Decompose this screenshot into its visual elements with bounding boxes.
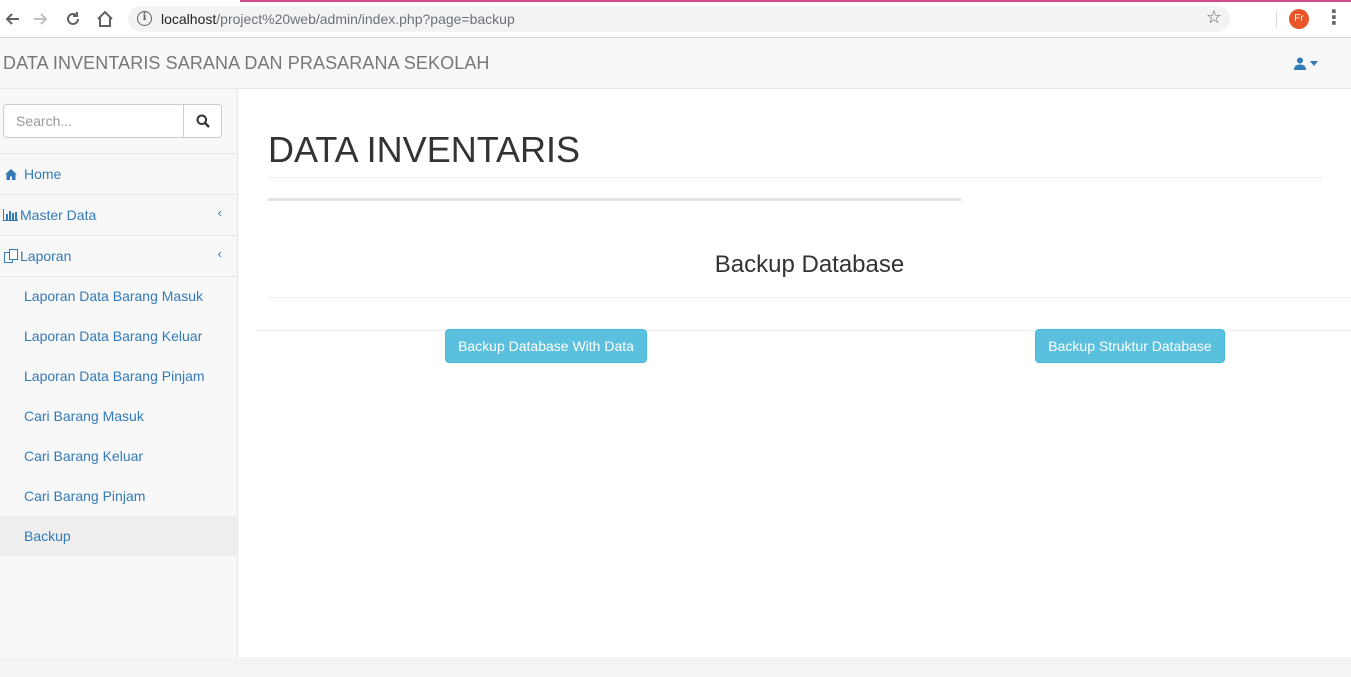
sidebar-subitem-label: Laporan Data Barang Keluar bbox=[24, 328, 203, 344]
panel-heading: Backup Database bbox=[714, 251, 905, 278]
backup-structure-button[interactable]: Backup Struktur Database bbox=[1035, 329, 1225, 363]
divider bbox=[268, 297, 1351, 298]
browser-toolbar: i localhost/project%20web/admin/index.ph… bbox=[0, 0, 1351, 38]
sidebar-search bbox=[0, 89, 237, 154]
search-input[interactable] bbox=[3, 104, 184, 138]
sidebar-subitem-label: Laporan Data Barang Masuk bbox=[24, 288, 203, 304]
tab-accent-line bbox=[240, 0, 1351, 2]
chevron-left-icon: ‹ bbox=[217, 205, 222, 220]
sidebar-item-home[interactable]: Home bbox=[0, 154, 237, 195]
bookmark-star-icon[interactable]: ☆ bbox=[1206, 7, 1222, 28]
search-button[interactable] bbox=[183, 104, 222, 138]
caret-down-icon bbox=[1310, 60, 1318, 66]
sidebar-subitem-laporan-pinjam[interactable]: Laporan Data Barang Pinjam bbox=[0, 356, 237, 396]
sidebar-item-label: Home bbox=[24, 166, 62, 182]
sidebar-subitem-cari-keluar[interactable]: Cari Barang Keluar bbox=[0, 436, 237, 476]
sidebar-item-master-data[interactable]: Master Data ‹ bbox=[0, 195, 237, 236]
url-text: localhost/project%20web/admin/index.php?… bbox=[161, 11, 515, 27]
sidebar-subitem-label: Laporan Data Barang Pinjam bbox=[24, 368, 205, 384]
main-content: DATA INVENTARIS Backup Database Backup D… bbox=[238, 89, 1351, 658]
reload-icon[interactable] bbox=[61, 7, 85, 31]
app-brand[interactable]: DATA INVENTARIS SARANA DAN PRASARANA SEK… bbox=[3, 53, 490, 74]
divider bbox=[268, 198, 961, 201]
sidebar: Home Master Data ‹ Laporan ‹ Laporan Dat… bbox=[0, 89, 238, 658]
sidebar-subitem-cari-masuk[interactable]: Cari Barang Masuk bbox=[0, 396, 237, 436]
sidebar-subitem-cari-pinjam[interactable]: Cari Barang Pinjam bbox=[0, 476, 237, 516]
user-dropdown-toggle[interactable] bbox=[1294, 54, 1318, 70]
address-bar[interactable]: i localhost/project%20web/admin/index.ph… bbox=[128, 6, 1230, 32]
divider bbox=[268, 177, 1323, 178]
profile-avatar[interactable]: Fr bbox=[1289, 9, 1309, 29]
home-icon bbox=[5, 169, 17, 180]
forward-arrow-icon[interactable] bbox=[29, 7, 53, 31]
sidebar-item-label: Laporan bbox=[20, 248, 72, 264]
sidebar-item-label: Master Data bbox=[20, 207, 97, 223]
back-arrow-icon[interactable] bbox=[0, 7, 24, 31]
bar-chart-icon bbox=[3, 209, 18, 221]
browser-menu-icon[interactable]: ⋮ bbox=[1324, 7, 1344, 31]
sidebar-subitem-backup[interactable]: Backup bbox=[0, 516, 237, 556]
sidebar-subitem-label: Cari Barang Masuk bbox=[24, 408, 144, 424]
user-icon bbox=[1294, 57, 1306, 70]
sidebar-subitem-label: Cari Barang Keluar bbox=[24, 448, 144, 464]
home-nav-icon[interactable] bbox=[93, 7, 117, 31]
page-title: DATA INVENTARIS bbox=[268, 129, 581, 170]
backup-with-data-button[interactable]: Backup Database With Data bbox=[445, 329, 647, 363]
chevron-left-icon: ‹ bbox=[217, 246, 222, 261]
sidebar-subitem-label: Cari Barang Pinjam bbox=[24, 488, 146, 504]
sidebar-subitem-laporan-masuk[interactable]: Laporan Data Barang Masuk bbox=[0, 276, 237, 316]
top-navbar: DATA INVENTARIS SARANA DAN PRASARANA SEK… bbox=[0, 38, 1351, 89]
info-icon[interactable]: i bbox=[137, 11, 152, 26]
files-icon bbox=[4, 249, 18, 263]
sidebar-subitem-label: Backup bbox=[24, 528, 71, 544]
page-bottom-strip bbox=[0, 657, 1351, 677]
sidebar-subitem-laporan-keluar[interactable]: Laporan Data Barang Keluar bbox=[0, 316, 237, 356]
toolbar-divider bbox=[1276, 10, 1277, 28]
sidebar-item-laporan[interactable]: Laporan ‹ bbox=[0, 236, 237, 277]
search-icon bbox=[196, 114, 210, 128]
